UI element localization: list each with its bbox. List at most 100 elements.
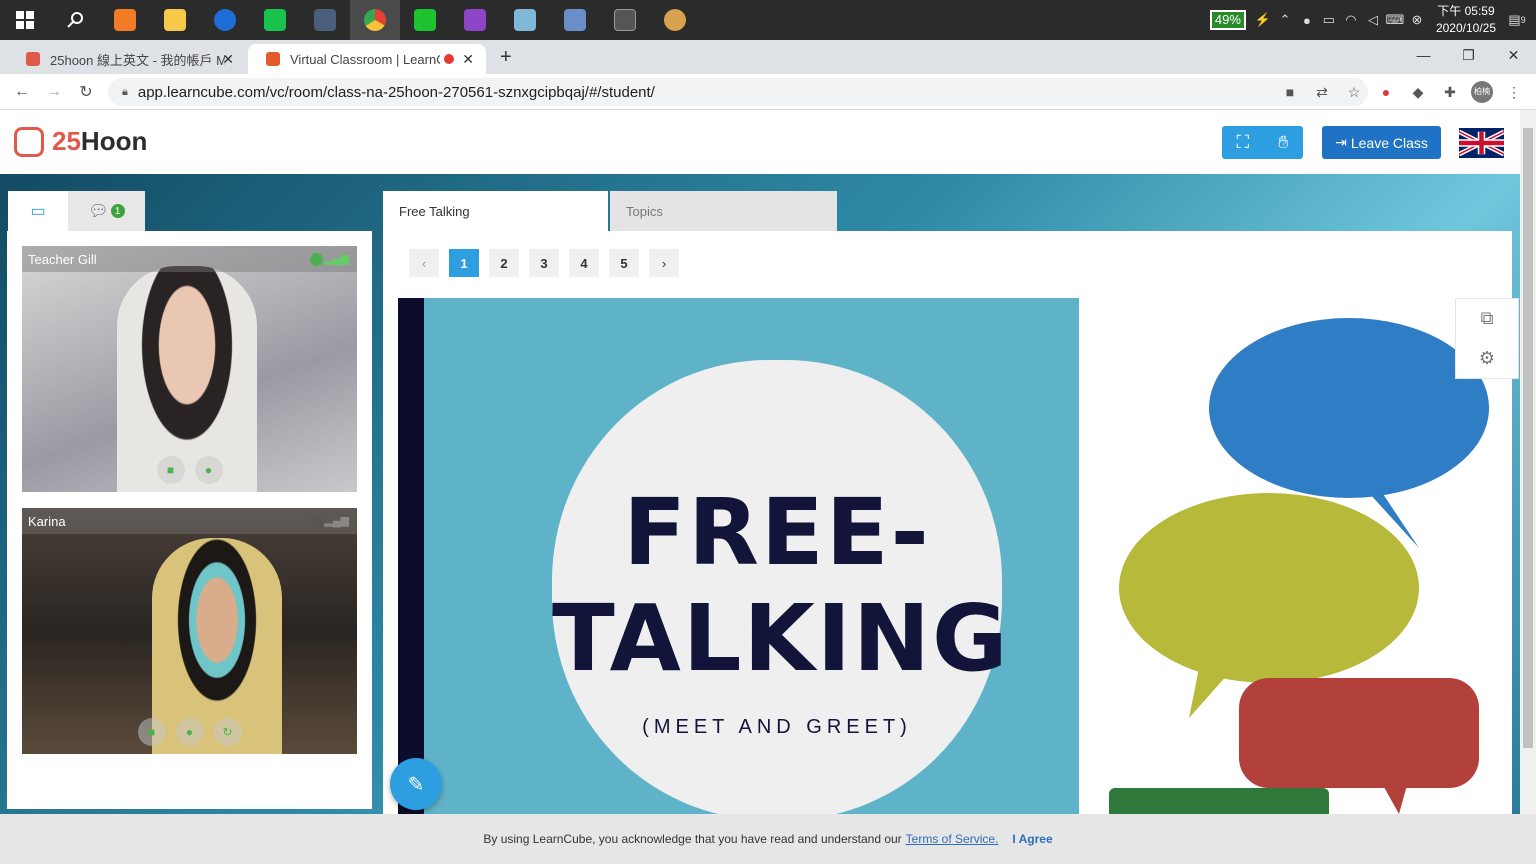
prev-page-icon[interactable]: ‹ [409,249,439,277]
mic-toggle-icon[interactable]: ● [175,718,204,746]
speech-bubbles-image [1109,318,1489,814]
notification-icon[interactable]: ▤ 9 [1506,9,1528,31]
avatar[interactable]: 柏楠 [1466,81,1498,103]
line-icon[interactable] [250,0,300,40]
status-dot-icon [310,515,323,528]
url-text: app.learncube.com/vc/room/class-na-25hoo… [137,83,655,101]
bookmark-star-icon[interactable]: ☆ [1338,84,1370,101]
chrome-icon[interactable] [350,0,400,40]
camera-toggle-icon[interactable]: ■ [156,456,185,484]
page-button[interactable]: 3 [529,249,559,277]
slide-subtitle: (MEET AND GREET) [642,716,912,738]
volume-icon[interactable]: ◁ [1362,9,1384,31]
settings-gear-icon[interactable]: ⚙ [1479,348,1495,369]
content-tabs: Free Talking Topics [383,191,837,231]
close-tab-icon[interactable]: ✕ [222,51,234,68]
minimize-icon[interactable]: — [1401,40,1446,70]
browser-tab-account[interactable]: 25hoon 線上英文 - 我的帳戶 My ✕ [8,44,246,74]
logo-suffix: Hoon [80,126,148,156]
system-tray: 49% ⚡ ⌃ ● ▭ ◠ ◁ ⌨ ⊗ 下午 05:59 2020/10/25 … [1209,0,1536,40]
phpstorm-icon[interactable] [450,0,500,40]
paint-icon[interactable] [650,0,700,40]
clock-time: 下午 05:59 [1437,4,1495,18]
battery-indicator[interactable]: 49% [1209,10,1246,30]
chat-icon: 💬︎ [88,203,109,220]
video-tile-teacher[interactable]: Teacher Gill ▂▄▆ ■ ● [22,246,357,492]
app-header: 25Hoon ⛶ ✋︎ ⇥ Leave Class [0,110,1536,174]
annotate-pen-button[interactable]: ✎ [390,758,442,810]
cookie-text: By using LearnCube, you acknowledge that… [483,832,902,846]
start-icon[interactable] [0,0,50,40]
tab-chat[interactable]: 💬︎ 1 [68,191,145,231]
clock[interactable]: 下午 05:59 2020/10/25 [1436,3,1496,37]
slide-title: FREE- TALKING [552,480,1007,692]
search-icon[interactable] [50,0,100,40]
raise-hand-icon[interactable]: ✋︎ [1278,132,1288,153]
chevron-up-icon[interactable]: ⌃ [1274,9,1296,31]
terminal-icon[interactable] [600,0,650,40]
extensions-bar: ■ ⇄ ☆ ● ◆ ✚ 柏楠 ⋮ [1274,78,1530,106]
notes-icon[interactable] [500,0,550,40]
leave-class-button[interactable]: ⇥ Leave Class [1322,126,1441,159]
signal-icon: ▂▄▆ [324,515,349,527]
uk-flag-icon[interactable] [1459,128,1504,158]
refresh-icon[interactable]: ↻ [213,718,242,746]
signal-icon: ▂▄▆ [324,253,349,265]
calculator-icon[interactable] [300,0,350,40]
battery-icon[interactable]: ▭ [1318,9,1340,31]
scrollbar-thumb[interactable] [1523,128,1533,748]
forward-icon[interactable]: → [38,83,70,101]
virtualbox-icon[interactable] [550,0,600,40]
camera-toggle-icon[interactable]: ■ [137,718,166,746]
terms-link[interactable]: Terms of Service. [906,832,999,846]
close-tab-icon[interactable]: ✕ [462,51,474,68]
close-circle-icon[interactable]: ⊗ [1406,9,1428,31]
wifi-icon[interactable]: ◠ [1340,9,1362,31]
translate-icon[interactable]: ⇄ [1306,84,1338,101]
classroom-stage: ▭ 💬︎ 1 Teacher Gill ▂▄▆ ■ ● Karina ▂▄▆ ■ ● ↻… [0,174,1520,814]
tab-video[interactable]: ▭ [8,191,68,231]
logo-icon [14,126,44,157]
iqiyi-icon[interactable] [400,0,450,40]
next-page-icon[interactable]: › [649,249,679,277]
xampp-icon[interactable] [100,0,150,40]
chat-count-badge: 1 [110,204,125,218]
folder-icon[interactable] [150,0,200,40]
page-button[interactable]: 2 [489,249,519,277]
browser-tabbar: 25hoon 線上英文 - 我的帳戶 My ✕ Virtual Classroo… [0,40,1536,74]
slide-panel: ‹ 1 2 3 4 5 › FREE- TALKING (MEET AND GR… [383,231,1512,814]
address-bar-row: ← → ↻ 🔒︎ app.learncube.com/vc/room/class… [0,74,1536,110]
slide-tools: ⧉ ⚙ [1455,298,1519,379]
reload-icon[interactable]: ↻ [70,82,102,102]
page-scrollbar[interactable] [1520,110,1536,814]
maps-icon[interactable] [200,0,250,40]
page-button[interactable]: 5 [609,249,639,277]
agree-button[interactable]: I Agree [1012,832,1052,846]
shield-icon[interactable]: ◆ [1402,84,1434,101]
video-tile-student[interactable]: Karina ▂▄▆ ■ ● ↻ [22,508,357,754]
browser-tab-classroom[interactable]: Virtual Classroom | LearnCu ✕ [248,44,486,74]
header-tools: ⛶ ✋︎ [1222,126,1303,159]
page-button[interactable]: 1 [449,249,479,277]
camera-icon[interactable]: ■ [1274,84,1306,100]
url-field[interactable]: 🔒︎ app.learncube.com/vc/room/class-na-25… [108,78,1368,106]
tab-topics[interactable]: Topics [610,191,837,231]
mic-toggle-icon[interactable]: ● [194,456,223,484]
opera-icon[interactable]: ● [1370,84,1402,100]
mic-icon[interactable]: ● [1296,9,1318,31]
fullscreen-icon[interactable]: ⛶ [1237,132,1250,153]
back-icon[interactable]: ← [6,83,38,101]
participant-name: Karina [28,514,66,529]
lock-icon[interactable]: 🔒︎ [122,86,128,99]
add-slide-icon[interactable]: ⧉ [1481,308,1494,329]
keyboard-icon[interactable]: ⌨ [1384,9,1406,31]
menu-icon[interactable]: ⋮ [1498,84,1530,101]
close-window-icon[interactable]: ✕ [1491,40,1536,70]
window-controls: — ❐ ✕ [1401,40,1536,74]
tab-free-talking[interactable]: Free Talking [383,191,608,231]
restore-icon[interactable]: ❐ [1446,40,1491,70]
tab-favicon-icon [26,52,40,66]
new-tab-icon[interactable]: + [500,46,512,69]
page-button[interactable]: 4 [569,249,599,277]
puzzle-icon[interactable]: ✚ [1434,84,1466,101]
